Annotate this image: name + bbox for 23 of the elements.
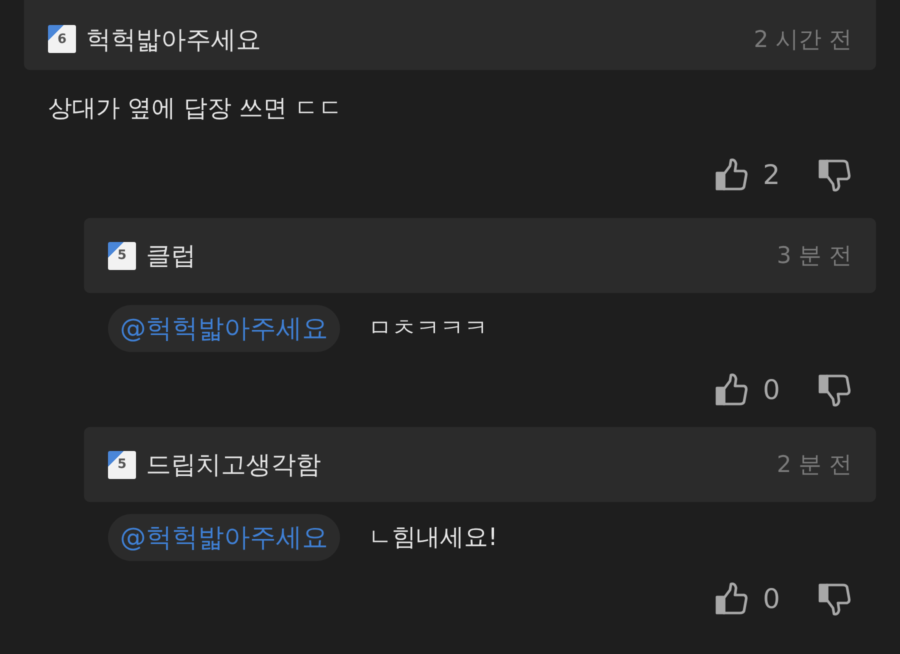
- author-name[interactable]: 드립치고생각함: [146, 448, 321, 481]
- mention-tag[interactable]: @헉헉밟아주세요: [108, 304, 340, 352]
- like-count: 0: [762, 374, 780, 406]
- comment-text: ㅁㅊㅋㅋㅋ: [368, 313, 488, 344]
- level-badge: 6: [48, 25, 76, 53]
- thumbs-up-icon[interactable]: [714, 582, 749, 616]
- timestamp: 2 분 전: [776, 451, 852, 480]
- thumbs-down-icon[interactable]: [818, 373, 852, 407]
- thumbs-up-icon[interactable]: [714, 158, 749, 192]
- thumbs-up-icon[interactable]: [714, 373, 749, 407]
- comment-text: ㄴ힘내세요!: [368, 522, 498, 553]
- level-badge: 5: [108, 242, 136, 270]
- author-name[interactable]: 클럽: [146, 239, 196, 272]
- author-name[interactable]: 헉헉밟아주세요: [86, 22, 261, 56]
- comment-text: 상대가 옆에 답장 쓰면 ㄷㄷ: [48, 93, 343, 124]
- thumbs-down-icon[interactable]: [818, 582, 852, 616]
- like-count: 0: [762, 584, 780, 614]
- like-count: 2: [762, 160, 780, 190]
- mention-tag[interactable]: @헉헉밟아주세요: [108, 514, 340, 560]
- thumbs-down-icon[interactable]: [818, 158, 852, 192]
- level-badge: 5: [108, 450, 136, 478]
- timestamp: 3 분 전: [776, 242, 852, 271]
- timestamp: 2 시간 전: [754, 26, 852, 54]
